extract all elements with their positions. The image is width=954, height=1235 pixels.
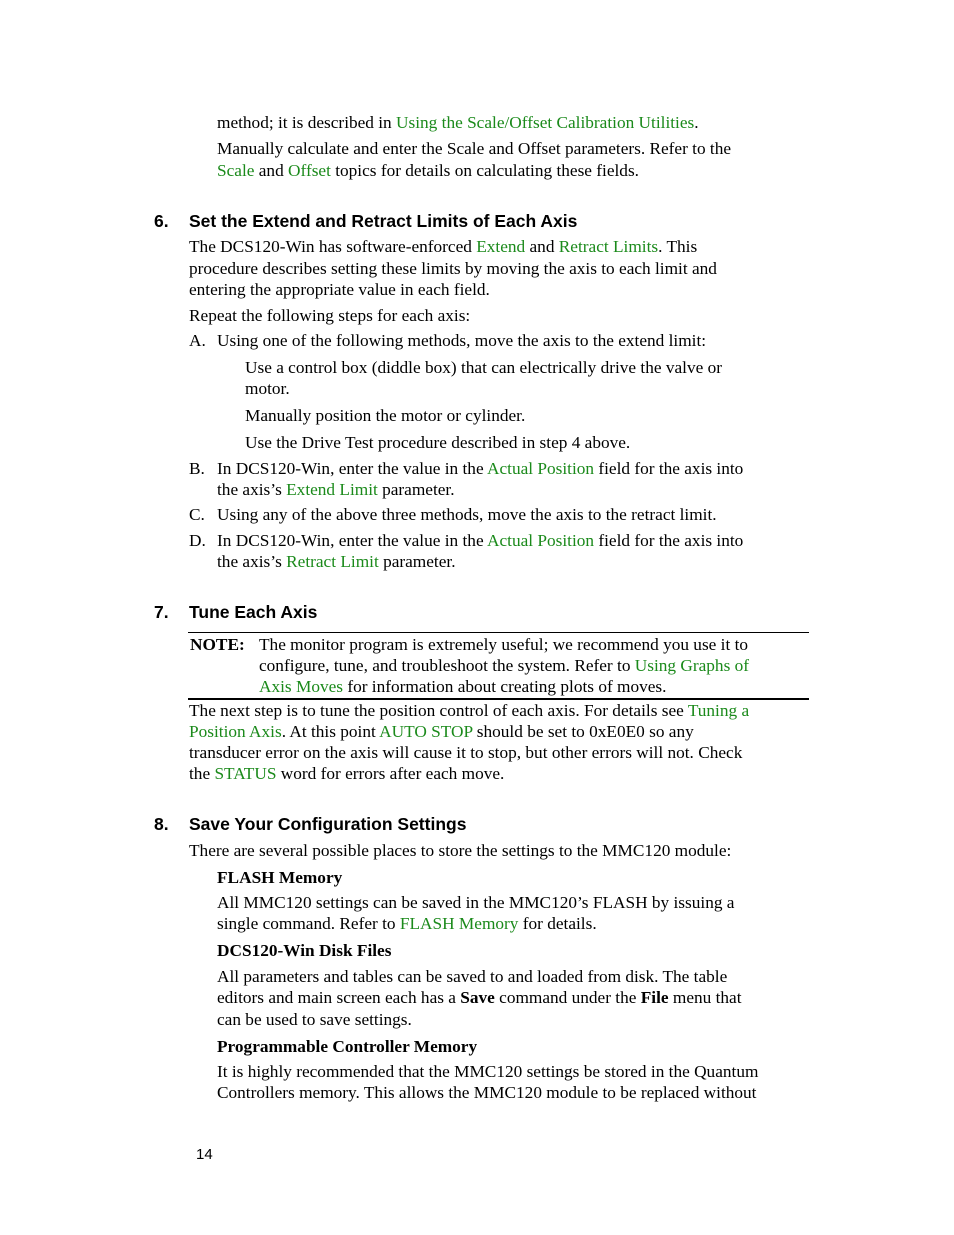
page-number: 14 [196, 1146, 213, 1163]
link-using-graphs[interactable]: Using Graphs of [635, 656, 749, 675]
list-marker-d: D. [189, 531, 206, 550]
link-position-axis[interactable]: Position Axis [189, 722, 282, 741]
step-7-number: 7. [154, 602, 169, 622]
list-item-b-line-2: the axis’s Extend Limit parameter. [217, 480, 455, 499]
note-line-1: The monitor program is extremely useful;… [259, 635, 749, 654]
link-status[interactable]: STATUS [214, 764, 276, 783]
flash-line-1: All MMC120 settings can be saved in the … [217, 893, 735, 912]
disk-line-3: can be used to save settings. [217, 1010, 412, 1029]
list-item-a: Using one of the following methods, move… [217, 331, 707, 350]
link-extend-limit[interactable]: Extend Limit [286, 480, 378, 499]
note-line-2: configure, tune, and troubleshoot the sy… [259, 656, 750, 675]
step-6-para-line-2: procedure describes setting these limits… [189, 259, 717, 278]
plc-line-2: Controllers memory. This allows the MMC1… [217, 1083, 757, 1102]
link-auto-stop[interactable]: AUTO STOP [379, 722, 472, 741]
list-item-b-line-1: In DCS120-Win, enter the value in the Ac… [217, 459, 744, 478]
step-6-repeat-text: Repeat the following steps for each axis… [189, 306, 471, 325]
link-axis-moves[interactable]: Axis Moves [259, 677, 343, 696]
link-retract-limits[interactable]: Retract Limits [559, 237, 658, 256]
link-flash-memory[interactable]: FLASH Memory [400, 914, 519, 933]
link-offset[interactable]: Offset [288, 161, 331, 180]
step-7-heading: Tune Each Axis [189, 602, 318, 622]
step-7-para-line-4: the STATUS word for errors after each mo… [189, 764, 505, 783]
disk-line-2: editors and main screen each has a Save … [217, 988, 742, 1007]
plc-line-1: It is highly recommended that the MMC120… [217, 1062, 759, 1081]
step-8-heading: Save Your Configuration Settings [189, 814, 467, 834]
link-extend[interactable]: Extend [476, 237, 525, 256]
link-actual-position[interactable]: Actual Position [487, 531, 594, 550]
method-1-line-2: motor. [245, 379, 290, 398]
intro-line-3: Scale and Offset topics for details on c… [217, 161, 639, 180]
disk-line-1: All parameters and tables can be saved t… [217, 967, 728, 986]
plc-memory-heading: Programmable Controller Memory [217, 1037, 478, 1056]
link-scale-offset-calibration[interactable]: Using the Scale/Offset Calibration Utili… [396, 113, 694, 132]
list-marker-c: C. [189, 505, 205, 524]
step-6-number: 6. [154, 211, 169, 231]
step-6-para-line-3: entering the appropriate value in each f… [189, 280, 490, 299]
method-2: Manually position the motor or cylinder. [245, 406, 526, 425]
list-marker-a: A. [189, 331, 206, 350]
link-retract-limit[interactable]: Retract Limit [286, 552, 379, 571]
list-item-d-line-1: In DCS120-Win, enter the value in the Ac… [217, 531, 744, 550]
note-line-3: Axis Moves for information about creatin… [259, 677, 667, 696]
step-6-para-line-1: The DCS120-Win has software-enforced Ext… [189, 237, 698, 256]
link-scale[interactable]: Scale [217, 161, 254, 180]
intro-line-1: method; it is described in Using the Sca… [217, 113, 699, 132]
method-1-line-1: Use a control box (diddle box) that can … [245, 358, 722, 377]
intro-line-2: Manually calculate and enter the Scale a… [217, 139, 732, 158]
list-marker-b: B. [189, 459, 205, 478]
step-7-para-line-2: Position Axis. At this point AUTO STOP s… [189, 722, 694, 741]
step-8-number: 8. [154, 814, 169, 834]
step-7-para-line-3: transducer error on the axis will cause … [189, 743, 743, 762]
flash-memory-heading: FLASH Memory [217, 868, 343, 887]
list-item-c: Using any of the above three methods, mo… [217, 505, 717, 524]
list-item-d-line-2: the axis’s Retract Limit parameter. [217, 552, 456, 571]
link-tuning-a[interactable]: Tuning a [688, 701, 749, 720]
step-6-heading: Set the Extend and Retract Limits of Eac… [189, 211, 578, 231]
link-actual-position[interactable]: Actual Position [487, 459, 594, 478]
flash-line-2: single command. Refer to FLASH Memory fo… [217, 914, 597, 933]
note-top-rule [188, 632, 809, 633]
step-7-para-line-1: The next step is to tune the position co… [189, 701, 750, 720]
step-8-intro: There are several possible places to sto… [189, 841, 732, 860]
note-label: NOTE: [190, 635, 245, 654]
method-3: Use the Drive Test procedure described i… [245, 433, 631, 452]
disk-files-heading: DCS120-Win Disk Files [217, 941, 392, 960]
